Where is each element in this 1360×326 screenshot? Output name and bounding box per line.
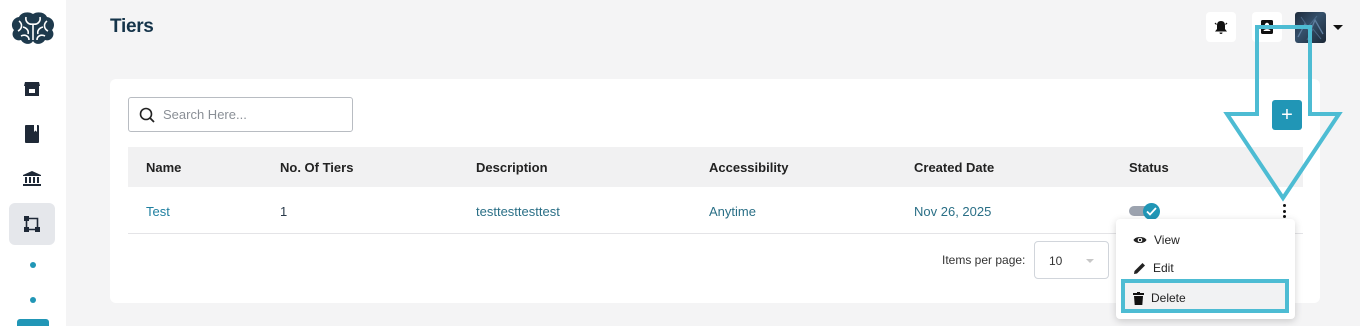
bell-icon (1214, 20, 1228, 34)
tier-description: testtesttesttest (476, 204, 560, 219)
tier-count: 1 (280, 204, 288, 219)
avatar[interactable] (1295, 12, 1326, 43)
sidebar (0, 0, 66, 326)
contact-support-button[interactable] (1252, 12, 1282, 42)
status-toggle[interactable] (1129, 203, 1161, 220)
eye-icon (1133, 237, 1147, 243)
search-input[interactable] (163, 107, 333, 122)
row-actions-kebab-icon[interactable] (1280, 204, 1288, 218)
menu-item-label: Edit (1153, 261, 1174, 275)
notifications-button[interactable] (1206, 12, 1236, 42)
workflow-icon (24, 216, 40, 232)
tier-accessibility: Anytime (709, 204, 756, 219)
trash-icon (1133, 291, 1144, 305)
items-per-page-value: 10 (1049, 254, 1063, 268)
menu-item-delete[interactable]: Delete (1121, 279, 1289, 313)
sidebar-item-tiers[interactable] (9, 203, 55, 245)
page-title: Tiers (110, 16, 154, 37)
sidebar-item-institution[interactable] (9, 158, 55, 200)
search-icon (139, 107, 155, 123)
column-header-description[interactable]: Description (476, 160, 548, 175)
check-icon (1146, 207, 1157, 216)
column-header-accessibility[interactable]: Accessibility (709, 160, 789, 175)
tier-name-link[interactable]: Test (146, 204, 170, 219)
toggle-knob (1143, 203, 1160, 220)
column-header-status[interactable]: Status (1129, 160, 1169, 175)
table-header: Name No. Of Tiers Description Accessibil… (128, 147, 1303, 187)
sidebar-subitem-dot[interactable] (30, 262, 36, 268)
sidebar-item-book[interactable] (9, 113, 55, 155)
menu-item-delete-content: Delete (1125, 285, 1285, 311)
column-header-created-date[interactable]: Created Date (914, 160, 994, 175)
store-icon (24, 82, 40, 96)
contact-card-icon (1261, 20, 1273, 34)
add-tier-button[interactable]: + (1272, 100, 1302, 130)
column-header-tiers[interactable]: No. Of Tiers (280, 160, 353, 175)
book-icon (25, 125, 39, 143)
menu-item-label: View (1154, 233, 1180, 247)
chevron-down-icon (1086, 259, 1094, 263)
sidebar-item-store[interactable] (9, 68, 55, 110)
account-menu-caret-icon[interactable] (1333, 25, 1343, 30)
column-header-name[interactable]: Name (146, 160, 181, 175)
sidebar-subitem-dot[interactable] (30, 297, 36, 303)
menu-item-view[interactable]: View (1116, 227, 1295, 253)
tier-created-date: Nov 26, 2025 (914, 204, 992, 219)
search-box[interactable] (128, 97, 353, 132)
brain-logo-icon[interactable] (8, 10, 58, 46)
items-per-page-select[interactable]: 10 (1034, 241, 1109, 279)
pencil-icon (1134, 262, 1145, 274)
bank-icon (23, 171, 41, 186)
sidebar-item-partial[interactable] (17, 319, 49, 326)
items-per-page-label: Items per page: (942, 253, 1026, 267)
menu-item-label: Delete (1151, 291, 1186, 305)
menu-item-edit[interactable]: Edit (1116, 255, 1295, 281)
